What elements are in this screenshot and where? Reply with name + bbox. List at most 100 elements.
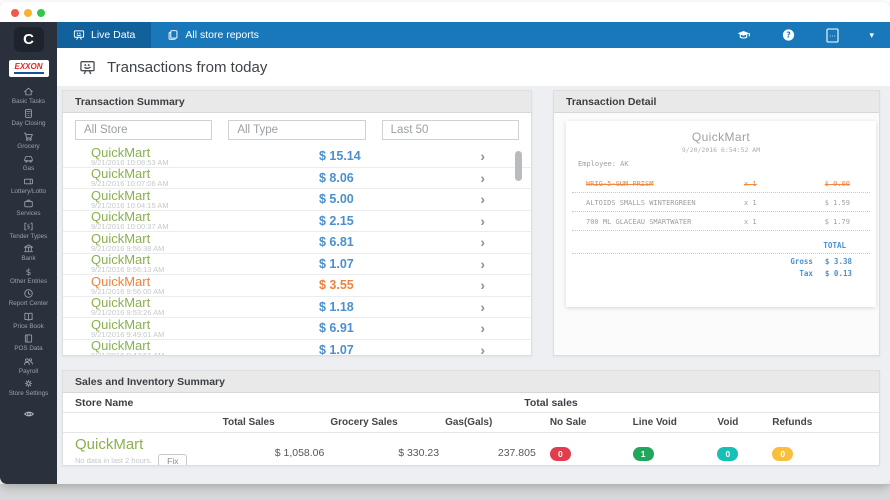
sidebar-item[interactable]: Services xyxy=(0,197,57,220)
sidebar-item-icon: $ xyxy=(23,221,34,232)
sidebar-item[interactable]: Grocery xyxy=(0,129,57,152)
sidebar-item[interactable]: Store Settings xyxy=(0,377,57,400)
receipt-datetime: 9/20/2016 6:54:52 AM xyxy=(681,146,761,154)
fix-button[interactable]: Fix xyxy=(158,453,188,465)
chevron-down-icon[interactable]: ▾ xyxy=(869,30,874,41)
transaction-amount: $ 1.18 xyxy=(319,299,354,314)
transaction-store: QuickMart 9/21/2016 10:00:37 AM xyxy=(91,210,319,230)
transaction-timestamp: 9/21/2016 9:56:00 AM xyxy=(91,286,165,296)
chevron-right-icon[interactable]: › xyxy=(480,171,485,185)
sidebar-item[interactable]: $ Tender Types xyxy=(0,219,57,242)
sales-inventory-header: Sales and Inventory Summary xyxy=(63,371,879,393)
receipt-total-row-value: $ 0.13 xyxy=(824,269,852,278)
sidebar-item[interactable]: Bank xyxy=(0,242,57,265)
transaction-row[interactable]: QuickMart 9/21/2016 10:00:37 AM $ 2.15 › xyxy=(63,210,531,232)
tab-all-store-reports[interactable]: All store reports xyxy=(151,22,275,48)
receipt-items: WRIG-5-GUM PRISM x 1 $ 0.00 ALTOIDS SMAL… xyxy=(572,177,870,231)
store-name-link[interactable]: QuickMart xyxy=(75,437,223,452)
svg-text:$: $ xyxy=(26,268,32,277)
sidebar-item[interactable]: Payroll xyxy=(0,354,57,377)
receipt-total-row-label: Gross xyxy=(790,257,813,266)
sidebar-item[interactable]: Gas xyxy=(0,152,57,175)
transaction-timestamp: 9/21/2016 9:53:26 AM xyxy=(91,308,165,318)
transaction-row[interactable]: QuickMart 9/21/2016 9:56:38 AM $ 6.81 › xyxy=(63,232,531,254)
chevron-right-icon[interactable]: › xyxy=(480,343,485,355)
chevron-right-icon[interactable]: › xyxy=(480,235,485,249)
transaction-timestamp: 9/21/2016 9:56:13 AM xyxy=(91,265,165,275)
copy-icon xyxy=(167,29,179,41)
transaction-row[interactable]: QuickMart 9/21/2016 9:56:13 AM $ 1.07 › xyxy=(63,253,531,275)
transaction-row[interactable]: QuickMart 9/21/2016 9:49:01 AM $ 6.91 › xyxy=(63,318,531,340)
transaction-row[interactable]: QuickMart 9/21/2016 10:08:53 AM $ 15.14 … xyxy=(63,146,531,168)
svg-text:...: ... xyxy=(830,30,837,38)
gas-gals-value: 237.805 xyxy=(497,446,536,459)
sidebar-item[interactable]: Price Book xyxy=(0,309,57,332)
chevron-right-icon[interactable]: › xyxy=(480,278,485,292)
transaction-row[interactable]: QuickMart 9/21/2016 10:04:15 AM $ 5.00 › xyxy=(63,189,531,211)
sidebar-item-label: Gas xyxy=(22,165,35,173)
transaction-timestamp: 9/21/2016 10:04:15 AM xyxy=(91,200,169,210)
transaction-list: QuickMart 9/21/2016 10:08:53 AM $ 15.14 … xyxy=(63,146,531,356)
eye-icon xyxy=(22,408,36,420)
zoom-window-button[interactable] xyxy=(37,9,45,17)
void-badge: 0 xyxy=(717,446,739,461)
receipt-item-row: WRIG-5-GUM PRISM x 1 $ 0.00 xyxy=(572,177,870,193)
transaction-summary-panel: Transaction Summary All Store All Type L… xyxy=(62,90,532,356)
list-scrollbar-thumb[interactable] xyxy=(515,151,522,181)
app-logo[interactable]: C xyxy=(13,27,44,52)
training-cap-icon[interactable] xyxy=(736,28,751,42)
sidebar-item[interactable]: Lottery/Lotto xyxy=(0,174,57,197)
total-sales-group-header: Total sales xyxy=(524,396,578,409)
col-void: Void xyxy=(717,417,739,428)
sidebar-item[interactable]: Day Closing xyxy=(0,107,57,130)
chevron-right-icon[interactable]: › xyxy=(480,192,485,206)
chevron-right-icon[interactable]: › xyxy=(480,214,485,228)
close-window-button[interactable] xyxy=(11,9,19,17)
no-sale-badge: 0 xyxy=(549,446,571,461)
topbar: Live Data All store reports ? ... ▾ xyxy=(57,22,890,48)
sidebar-item[interactable]: Report Center xyxy=(0,287,57,310)
sidebar-item[interactable]: Basic Tasks xyxy=(0,84,57,107)
transaction-row[interactable]: QuickMart 9/21/2016 10:07:06 AM $ 8.06 › xyxy=(63,167,531,189)
svg-text:?: ? xyxy=(787,31,791,40)
sidebar-item-label: POS Data xyxy=(14,345,43,353)
refunds-badge: 0 xyxy=(772,446,794,461)
tab-live-data[interactable]: Live Data xyxy=(57,22,152,48)
chevron-right-icon[interactable]: › xyxy=(480,321,485,335)
transaction-amount: $ 15.14 xyxy=(319,149,361,164)
receipt-total-row-label: Tax xyxy=(799,269,813,278)
sidebar-item[interactable]: POS Data xyxy=(0,332,57,355)
sidebar-item-label: Basic Tasks xyxy=(11,97,46,105)
receipt-item-qty: x 1 xyxy=(744,180,757,188)
help-icon[interactable]: ? xyxy=(781,28,796,42)
sidebar-item-label: Store Settings xyxy=(8,390,49,398)
table-column-header-row: Total Sales Grocery Sales Gas(Gals) No S… xyxy=(63,413,879,433)
transaction-amount: $ 1.07 xyxy=(319,342,354,356)
transaction-summary-header: Transaction Summary xyxy=(63,91,531,113)
type-filter-input[interactable]: All Type xyxy=(228,120,366,140)
chevron-right-icon[interactable]: › xyxy=(480,149,485,163)
store-filter-input[interactable]: All Store xyxy=(75,120,213,140)
chevron-right-icon[interactable]: › xyxy=(480,300,485,314)
sidebar-item[interactable]: $ Other Entries xyxy=(0,264,57,287)
sidebar-item-icon xyxy=(23,108,34,119)
transaction-row[interactable]: QuickMart 9/21/2016 9:53:26 AM $ 1.18 › xyxy=(63,296,531,318)
table-group-header-row: Store Name Total sales xyxy=(63,393,879,413)
minimize-window-button[interactable] xyxy=(24,9,32,17)
transaction-store: QuickMart 9/21/2016 9:56:38 AM xyxy=(91,232,319,252)
chevron-right-icon[interactable]: › xyxy=(480,257,485,271)
sidebar-item-label: Price Book xyxy=(13,322,44,330)
sidebar-item-icon xyxy=(23,356,34,367)
transaction-row[interactable]: QuickMart 9/21/2016 9:56:00 AM $ 3.55 › xyxy=(63,275,531,297)
preview-eye-button[interactable] xyxy=(22,403,36,426)
presentation-screen-icon xyxy=(78,59,97,76)
more-options-icon[interactable]: ... xyxy=(826,27,840,43)
transaction-row[interactable]: QuickMart 9/21/2016 9:47:51 AM $ 1.07 › xyxy=(63,339,531,356)
table-row: QuickMart No data in last 2 hours. Fix $… xyxy=(63,433,879,465)
tab-label: Live Data xyxy=(91,29,136,41)
receipt-total-row-value: $ 3.38 xyxy=(824,257,852,266)
count-filter-input[interactable]: Last 50 xyxy=(381,120,519,140)
line-void-badge: 1 xyxy=(632,446,654,461)
transaction-amount: $ 2.15 xyxy=(319,213,354,228)
col-total-sales: Total Sales xyxy=(222,417,275,428)
